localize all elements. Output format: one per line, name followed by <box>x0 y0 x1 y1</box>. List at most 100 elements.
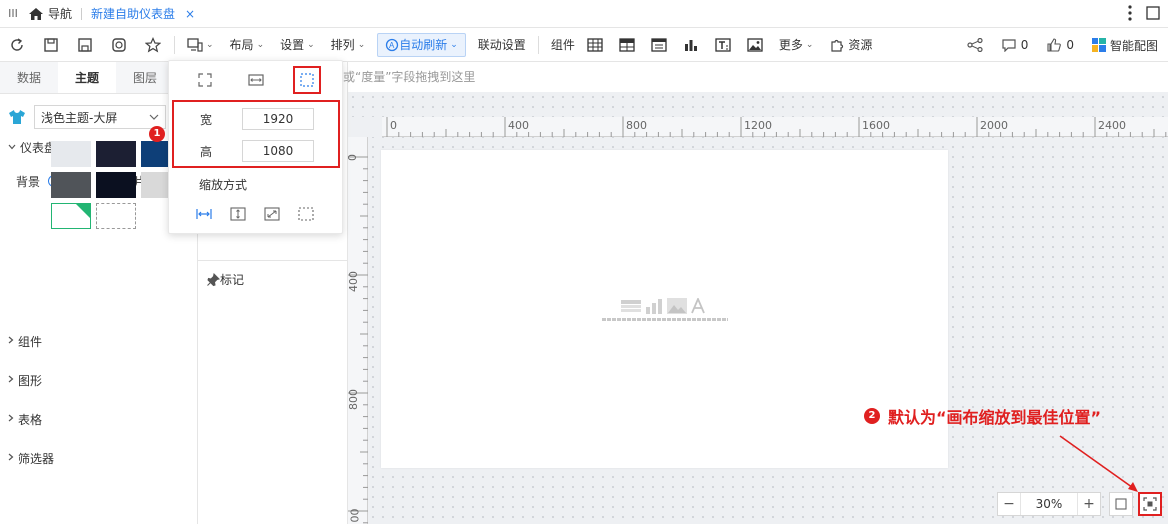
like-button[interactable]: 0 <box>1046 38 1074 52</box>
mark-row[interactable]: 标记 <box>206 271 244 288</box>
canvas-size-popover: 宽 1920 高 1080 缩放方式 <box>168 60 343 234</box>
fullscreen-preset-button[interactable] <box>191 66 219 94</box>
background-label: 背景 <box>16 174 41 189</box>
scale-stretch-button[interactable] <box>261 203 283 225</box>
zoom-control: − 30% + <box>997 492 1101 516</box>
tab-close-icon[interactable]: × <box>185 7 195 21</box>
chevron-down-icon: ⌄ <box>357 39 366 50</box>
height-row: 高 1080 <box>174 135 338 167</box>
save-icon <box>44 37 58 52</box>
dashboard-artboard[interactable] <box>381 150 948 468</box>
smart-color-button[interactable]: 智能配图 <box>1091 37 1158 54</box>
save-as-icon <box>78 37 92 52</box>
save-button[interactable] <box>34 28 68 62</box>
tshirt-icon <box>9 110 25 124</box>
drop-hint: 或“度量”字段拖拽到这里 <box>343 70 476 84</box>
comment-count: 0 <box>1020 38 1029 52</box>
settings-menu[interactable]: 设置 ⌄ <box>272 28 323 62</box>
custom-size-preset-button[interactable] <box>292 66 321 94</box>
like-count: 0 <box>1066 38 1074 52</box>
swatch-dark-navy[interactable] <box>96 141 136 167</box>
mark-label: 标记 <box>220 273 245 287</box>
ruler-label-0: 0 <box>390 119 397 132</box>
chevron-down-icon: ⌄ <box>206 39 214 50</box>
detail-table-icon <box>651 37 667 52</box>
favorite-button[interactable] <box>136 28 170 62</box>
zoom-out-button[interactable]: − <box>998 496 1020 512</box>
insert-detail-table-button[interactable] <box>643 28 675 62</box>
scale-mode-options <box>193 203 317 225</box>
resource-button[interactable]: 资源 <box>821 28 880 62</box>
linkage-settings-button[interactable]: 联动设置 <box>470 28 534 62</box>
swatch-black-navy[interactable] <box>96 172 136 198</box>
ruler-label-2000: 2000 <box>980 119 1008 132</box>
cross-table-icon <box>619 37 635 52</box>
scale-fit-height-button[interactable] <box>227 203 249 225</box>
swatch-dark-gray[interactable] <box>51 172 91 198</box>
ruler-v-label-1200: 00 <box>348 508 362 523</box>
home-nav[interactable]: 导航 <box>28 5 72 22</box>
layout-menu[interactable]: 布局 ⌄ <box>222 28 273 62</box>
theme-select[interactable]: 浅色主题-大屏 <box>34 105 166 129</box>
scale-none-button[interactable] <box>295 203 317 225</box>
insert-text-button[interactable] <box>707 28 739 62</box>
step-1-badge: 1 <box>149 126 165 142</box>
device-button[interactable]: ⌄ <box>179 28 222 62</box>
insert-chart-button[interactable] <box>675 28 707 62</box>
arrange-label: 排列 <box>330 38 355 52</box>
tab-layers[interactable]: 图层 <box>116 62 174 93</box>
mid-divider <box>198 260 348 261</box>
swatch-white-selected[interactable] <box>51 203 91 229</box>
more-menu[interactable]: 更多 ⌄ <box>771 28 822 62</box>
annotation-arrow <box>1059 435 1138 492</box>
chevron-right-icon <box>8 375 14 386</box>
comment-button[interactable]: 0 <box>1001 38 1029 52</box>
swatch-light-gray[interactable] <box>51 141 91 167</box>
resource-label: 资源 <box>848 38 873 52</box>
tab-new-dashboard[interactable]: 新建自助仪表盘 <box>91 5 175 22</box>
section-filter[interactable]: 筛选器 <box>0 445 198 471</box>
preview-button[interactable] <box>102 28 136 62</box>
menu-icon[interactable]: III <box>4 7 22 20</box>
section-shape[interactable]: 图形 <box>0 367 198 393</box>
insert-image-button[interactable] <box>739 28 771 62</box>
share-button[interactable] <box>967 38 983 52</box>
zoom-value[interactable]: 30% <box>1020 493 1078 515</box>
tab-data[interactable]: 数据 <box>0 62 58 93</box>
ruler-label-400: 400 <box>508 119 529 132</box>
expand-icon <box>197 73 212 87</box>
insert-table-button[interactable] <box>579 28 611 62</box>
table-placeholder-icon <box>621 300 641 312</box>
refresh-button[interactable] <box>0 28 34 62</box>
fit-width-preset-button[interactable] <box>242 66 270 94</box>
section-component[interactable]: 组件 <box>0 328 198 354</box>
tab-theme[interactable]: 主题 <box>58 62 116 93</box>
save-as-button[interactable] <box>68 28 102 62</box>
insert-cross-table-button[interactable] <box>611 28 643 62</box>
arrange-menu[interactable]: 排列 ⌄ <box>323 28 374 62</box>
zoom-in-button[interactable]: + <box>1078 496 1100 512</box>
toolbar-right: 0 0 智能配图 <box>967 28 1158 62</box>
auto-refresh-icon: A <box>386 38 399 51</box>
pin-icon <box>207 272 220 286</box>
puzzle-icon <box>831 39 844 52</box>
size-preset-icons <box>169 61 342 99</box>
main-toolbar: ⌄ 布局 ⌄ 设置 ⌄ 排列 ⌄ A 自动刷新 ⌄ 联动设置 组件 更多 ⌄ 资源 0 <box>0 28 1168 62</box>
comment-icon <box>1002 39 1016 52</box>
actual-size-button[interactable] <box>1109 492 1133 516</box>
device-icon <box>187 37 203 52</box>
swatch-custom[interactable] <box>96 203 136 229</box>
auto-refresh-button[interactable]: A 自动刷新 ⌄ <box>377 32 466 57</box>
scale-height-icon <box>230 207 246 221</box>
canvas-dimensions-box: 宽 1920 高 1080 <box>172 100 340 168</box>
vertical-ruler: 0 400 800 00 <box>346 137 368 524</box>
fit-best-button[interactable] <box>1138 492 1162 516</box>
height-input[interactable]: 1080 <box>242 140 314 162</box>
theme-select-value: 浅色主题-大屏 <box>41 110 118 125</box>
width-input[interactable]: 1920 <box>242 108 314 130</box>
more-vertical-icon[interactable] <box>1128 5 1132 21</box>
maximize-icon[interactable] <box>1146 6 1160 20</box>
section-table[interactable]: 表格 <box>0 406 198 432</box>
scale-fit-width-button[interactable] <box>193 203 215 225</box>
empty-placeholder <box>621 298 705 314</box>
